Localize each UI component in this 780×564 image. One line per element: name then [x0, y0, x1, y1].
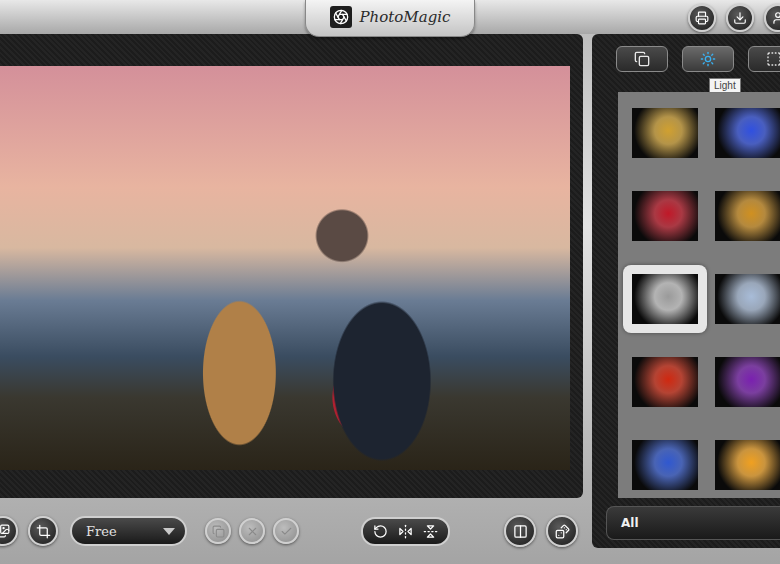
random-button[interactable] — [546, 515, 578, 547]
effect-tabs: Light — [592, 34, 780, 84]
thumbnail-image — [715, 440, 780, 490]
dropdown-arrow-icon — [163, 528, 175, 535]
effect-tab[interactable]: Light — [682, 46, 734, 72]
effect-thumbnail[interactable] — [715, 440, 780, 490]
account-button[interactable] — [764, 4, 780, 32]
cancel-icon — [246, 525, 259, 538]
print-button[interactable] — [688, 4, 716, 32]
app-title: PhotoMagic — [360, 8, 451, 26]
flip-horizontal-button[interactable] — [396, 522, 415, 541]
effect-gallery — [618, 92, 780, 498]
header-buttons — [688, 4, 780, 32]
gallery-button[interactable] — [0, 516, 18, 546]
canvas-panel — [0, 34, 583, 498]
layers-icon — [634, 51, 650, 67]
thumbnail-wrap — [632, 191, 698, 241]
thumbnail-image — [632, 274, 698, 324]
printer-icon — [695, 11, 709, 25]
flip-vertical-button[interactable] — [421, 522, 440, 541]
effect-thumbnail[interactable] — [715, 357, 780, 407]
effect-thumbnail[interactable] — [632, 440, 698, 490]
apply-icon — [280, 525, 293, 538]
crop-icon — [36, 524, 51, 539]
effect-tab[interactable] — [616, 46, 668, 72]
effect-thumbnail[interactable] — [715, 108, 780, 158]
transform-group — [361, 517, 450, 546]
thumbnail-wrap — [715, 357, 780, 407]
title-bar: PhotoMagic — [0, 0, 780, 34]
thumbnail-wrap — [632, 357, 698, 407]
effect-thumbnail[interactable] — [632, 274, 698, 324]
thumbnail-wrap — [715, 440, 780, 490]
cancel-button[interactable] — [239, 518, 265, 544]
rotate-button[interactable] — [371, 522, 390, 541]
thumbnail-wrap — [632, 108, 698, 158]
logo-icon — [330, 6, 352, 28]
thumbnail-wrap — [715, 274, 780, 324]
effect-thumbnail[interactable] — [632, 108, 698, 158]
category-value: All — [621, 516, 639, 530]
duplicate-icon — [212, 525, 225, 538]
thumbnail-image — [632, 357, 698, 407]
effect-thumbnail[interactable] — [632, 357, 698, 407]
duplicate-button[interactable] — [205, 518, 231, 544]
effect-thumbnail[interactable] — [715, 191, 780, 241]
edit-actions — [205, 518, 299, 544]
thumbnail-image — [632, 191, 698, 241]
effect-tab[interactable] — [748, 46, 780, 72]
title-badge: PhotoMagic — [305, 0, 476, 37]
workspace: Free Light All — [0, 34, 780, 564]
download-icon — [733, 11, 747, 25]
thumbnail-wrap — [715, 108, 780, 158]
filter-row: All — [592, 498, 780, 548]
rotate-icon — [373, 524, 388, 539]
ratio-dropdown[interactable]: Free — [70, 516, 187, 546]
flip-horizontal-icon — [398, 524, 413, 539]
photo-canvas[interactable] — [0, 66, 570, 470]
thumbnail-image — [632, 440, 698, 490]
crop-button[interactable] — [28, 516, 58, 546]
thumbnail-image — [715, 108, 780, 158]
bottom-toolbar: Free — [0, 498, 583, 564]
effects-panel: Light All — [592, 34, 780, 548]
effect-thumbnail[interactable] — [632, 191, 698, 241]
thumbnail-image — [715, 274, 780, 324]
download-button[interactable] — [726, 4, 754, 32]
thumbnail-image — [715, 357, 780, 407]
app-window: PhotoMagic Free Light All — [0, 0, 780, 564]
editor-column: Free — [0, 34, 583, 564]
apply-button[interactable] — [273, 518, 299, 544]
user-icon — [771, 11, 780, 25]
frame-icon — [766, 51, 780, 67]
thumbnail-wrap — [715, 191, 780, 241]
compare-button[interactable] — [504, 515, 536, 547]
compare-icon — [513, 524, 528, 539]
tooltip: Light — [709, 78, 741, 93]
thumbnail-image — [715, 191, 780, 241]
category-dropdown[interactable]: All — [606, 506, 780, 540]
thumbnail-wrap — [632, 440, 698, 490]
effect-thumbnail[interactable] — [715, 274, 780, 324]
flip-vertical-icon — [423, 524, 438, 539]
images-icon — [0, 524, 10, 538]
light-icon — [700, 51, 716, 67]
dice-icon — [555, 524, 570, 539]
ratio-value: Free — [86, 524, 117, 539]
thumbnail-image — [632, 108, 698, 158]
thumbnail-wrap — [632, 274, 698, 324]
